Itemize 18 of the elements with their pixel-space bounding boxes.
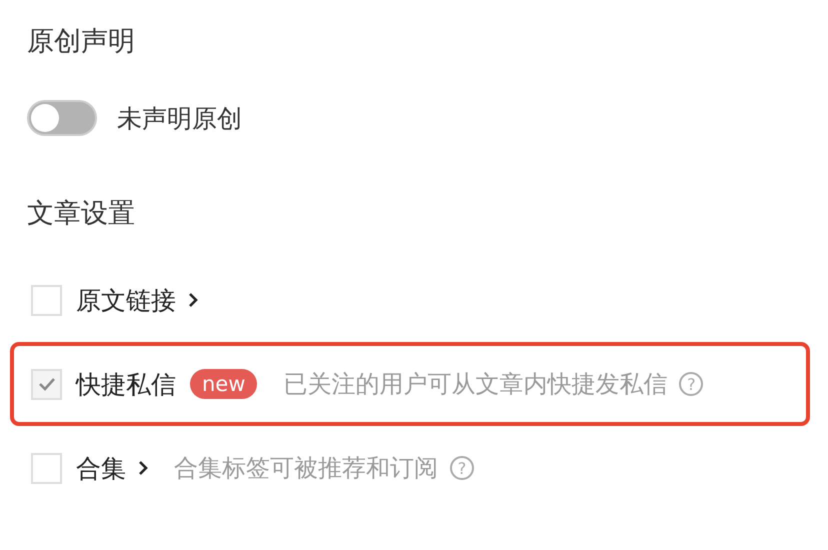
checkbox[interactable] — [31, 368, 62, 400]
section-title: 原创声明 — [27, 25, 136, 59]
checkbox[interactable] — [31, 452, 62, 484]
help-icon[interactable]: ? — [679, 372, 704, 396]
new-badge: new — [190, 369, 258, 399]
option-label: 快捷私信 — [76, 368, 176, 400]
option-label: 合集 — [76, 452, 126, 484]
option-description: 合集标签可被推荐和订阅 — [174, 453, 438, 484]
toggle-label: 未声明原创 — [117, 102, 242, 134]
option-label: 原文链接 — [76, 284, 176, 316]
option-description: 已关注的用户可从文章内快捷发私信 — [283, 369, 668, 400]
chevron-icon[interactable] — [138, 460, 148, 476]
section-title: 文章设置 — [27, 197, 136, 231]
toggle-switch[interactable] — [27, 100, 97, 136]
help-icon[interactable]: ? — [450, 456, 474, 480]
chevron-icon[interactable] — [188, 292, 198, 308]
checkmark-icon — [38, 377, 56, 391]
checkbox[interactable] — [31, 284, 62, 316]
